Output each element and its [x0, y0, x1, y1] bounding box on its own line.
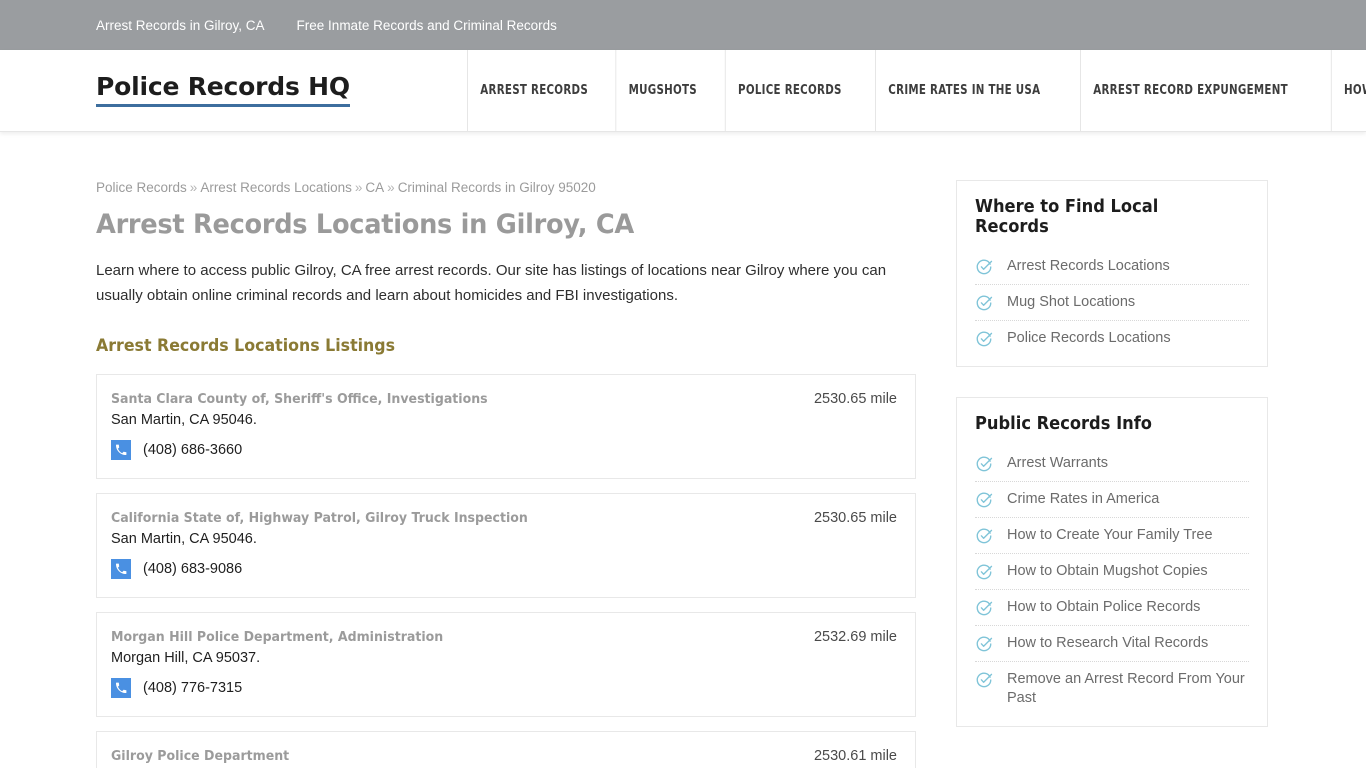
listing-distance: 2532.69 mile [813, 629, 897, 645]
list-item-label[interactable]: How to Research Vital Records [1007, 634, 1208, 653]
listing-distance: 2530.65 mile [813, 391, 897, 407]
check-circle-icon [975, 671, 993, 689]
widget-list: Arrest Warrants Crime Rates in America H… [975, 446, 1249, 716]
list-item[interactable]: Mug Shot Locations [975, 285, 1249, 321]
breadcrumb-item-police-records[interactable]: Police Records [96, 180, 187, 195]
listing-card[interactable]: Santa Clara County of, Sheriff's Office,… [96, 374, 916, 479]
topbar-link-arrest-records[interactable]: Arrest Records in Gilroy, CA [96, 18, 265, 33]
list-item-label[interactable]: How to Obtain Police Records [1007, 598, 1200, 617]
list-item-label[interactable]: Arrest Records Locations [1007, 257, 1170, 276]
listing-name[interactable]: Gilroy Police Department [111, 748, 289, 764]
nav-item-how-to-obtain-public-records[interactable]: HOW TO OBTAIN PUBLIC RECORDS [1330, 50, 1366, 131]
topbar-link-free-inmate-records[interactable]: Free Inmate Records and Criminal Records [297, 18, 557, 33]
breadcrumb-separator: » [387, 180, 395, 195]
list-item[interactable]: How to Obtain Police Records [975, 590, 1249, 626]
widget-title: Public Records Info [975, 414, 1152, 434]
widget-where-to-find-local-records: Where to Find Local Records Arrest Recor… [956, 180, 1268, 367]
list-item-label[interactable]: How to Obtain Mugshot Copies [1007, 562, 1208, 581]
breadcrumb-separator: » [354, 180, 363, 195]
listing-header: Santa Clara County of, Sheriff's Office,… [111, 391, 901, 407]
list-item[interactable]: Arrest Records Locations [975, 249, 1249, 285]
check-circle-icon [975, 527, 993, 545]
list-item-label[interactable]: Arrest Warrants [1007, 454, 1108, 473]
listing-phone-number[interactable]: (408) 776-7315 [143, 680, 242, 696]
listing-header: Gilroy Police Department 2530.61 mile [111, 748, 901, 764]
breadcrumb-item-arrest-records-locations[interactable]: Arrest Records Locations [200, 180, 352, 195]
widget-public-records-info: Public Records Info Arrest Warrants Crim… [956, 397, 1268, 727]
listing-address: San Martin, CA 95046. [111, 412, 257, 428]
check-circle-icon [975, 491, 993, 509]
phone-icon [111, 678, 131, 698]
top-utility-bar: Arrest Records in Gilroy, CA Free Inmate… [0, 0, 1366, 50]
list-item[interactable]: Remove an Arrest Record From Your Past [975, 662, 1249, 716]
listings-section-title: Arrest Records Locations Listings [96, 336, 396, 356]
list-item[interactable]: Arrest Warrants [975, 446, 1249, 482]
main-navigation: ARREST RECORDS MUGSHOTS POLICE RECORDS C… [458, 50, 1366, 131]
listing-name[interactable]: Morgan Hill Police Department, Administr… [111, 629, 443, 645]
check-circle-icon [975, 455, 993, 473]
site-logo[interactable]: Police Records HQ [96, 74, 350, 107]
listing-header: California State of, Highway Patrol, Gil… [111, 510, 901, 526]
phone-icon [111, 559, 131, 579]
list-item[interactable]: How to Research Vital Records [975, 626, 1249, 662]
check-circle-icon [975, 330, 993, 348]
list-item[interactable]: Crime Rates in America [975, 482, 1249, 518]
nav-item-mugshots[interactable]: MUGSHOTS [615, 50, 710, 131]
nav-item-police-records[interactable]: POLICE RECORDS [724, 50, 854, 131]
listing-card[interactable]: Morgan Hill Police Department, Administr… [96, 612, 916, 717]
list-item[interactable]: Police Records Locations [975, 321, 1249, 356]
listing-header: Morgan Hill Police Department, Administr… [111, 629, 901, 645]
page-title: Arrest Records Locations in Gilroy, CA [96, 209, 634, 240]
list-item-label[interactable]: Police Records Locations [1007, 329, 1171, 348]
list-item-label[interactable]: How to Create Your Family Tree [1007, 526, 1213, 545]
listing-card[interactable]: California State of, Highway Patrol, Gil… [96, 493, 916, 598]
intro-paragraph: Learn where to access public Gilroy, CA … [96, 262, 887, 304]
listing-address: Morgan Hill, CA 95037. [111, 650, 261, 666]
listing-phone-row: (408) 686-3660 [111, 440, 901, 460]
widget-list: Arrest Records Locations Mug Shot Locati… [975, 249, 1249, 356]
listing-phone-number[interactable]: (408) 686-3660 [143, 442, 242, 458]
widget-title: Where to Find Local Records [975, 197, 1159, 237]
nav-item-arrest-record-expungement[interactable]: ARREST RECORD EXPUNGEMENT [1079, 50, 1300, 131]
listing-phone-row: (408) 683-9086 [111, 559, 901, 579]
list-item-label[interactable]: Crime Rates in America [1007, 490, 1159, 509]
nav-item-arrest-records[interactable]: ARREST RECORDS [466, 50, 600, 131]
check-circle-icon [975, 599, 993, 617]
check-circle-icon [975, 294, 993, 312]
main-content: Police Records» Arrest Records Locations»… [96, 180, 916, 768]
site-header: Police Records HQ ARREST RECORDS MUGSHOT… [0, 50, 1366, 132]
listing-distance: 2530.65 mile [813, 510, 897, 526]
list-item[interactable]: How to Obtain Mugshot Copies [975, 554, 1249, 590]
listing-phone-row: (408) 776-7315 [111, 678, 901, 698]
logo-container: Police Records HQ [0, 50, 380, 131]
listing-address: San Martin, CA 95046. [111, 531, 257, 547]
listing-name[interactable]: California State of, Highway Patrol, Gil… [111, 510, 528, 526]
breadcrumb-item-current: Criminal Records in Gilroy 95020 [397, 180, 596, 195]
listing-card[interactable]: Gilroy Police Department 2530.61 mile Gi… [96, 731, 916, 768]
listing-phone-number[interactable]: (408) 683-9086 [143, 561, 242, 577]
check-circle-icon [975, 258, 993, 276]
page-body: Police Records» Arrest Records Locations»… [0, 132, 1366, 768]
check-circle-icon [975, 563, 993, 581]
list-item-label[interactable]: Remove an Arrest Record From Your Past [1007, 670, 1249, 708]
listing-distance: 2530.61 mile [813, 748, 897, 764]
breadcrumb-separator: » [189, 180, 198, 195]
breadcrumb-item-ca[interactable]: CA [365, 180, 384, 195]
list-item[interactable]: How to Create Your Family Tree [975, 518, 1249, 554]
nav-item-crime-rates-in-the-usa[interactable]: CRIME RATES IN THE USA [874, 50, 1053, 131]
check-circle-icon [975, 635, 993, 653]
phone-icon [111, 440, 131, 460]
sidebar: Where to Find Local Records Arrest Recor… [956, 180, 1268, 768]
list-item-label[interactable]: Mug Shot Locations [1007, 293, 1135, 312]
listing-name[interactable]: Santa Clara County of, Sheriff's Office,… [111, 391, 488, 407]
breadcrumb: Police Records» Arrest Records Locations»… [96, 180, 916, 195]
